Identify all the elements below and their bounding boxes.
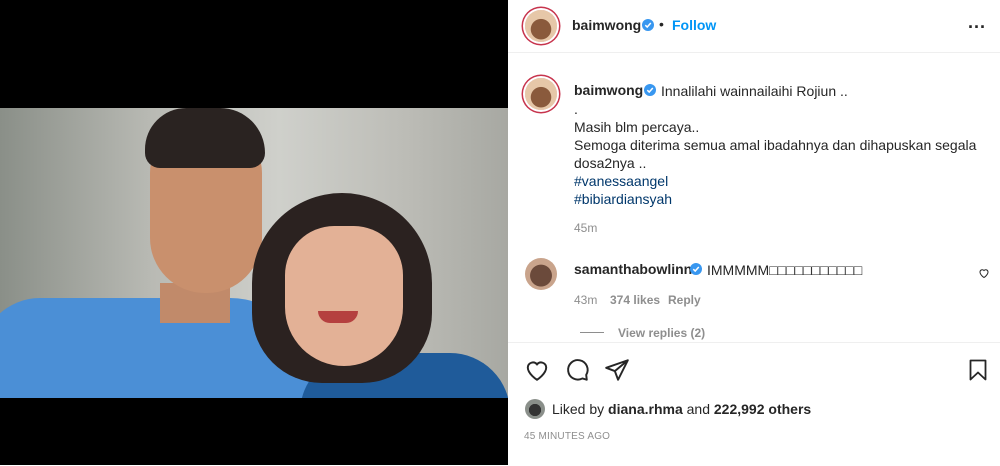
view-replies-button[interactable]: View replies (2) [618, 326, 705, 340]
share-icon[interactable] [604, 357, 630, 388]
caption-time[interactable]: 45m [574, 221, 597, 235]
caption-line: Masih blm percaya.. [574, 119, 700, 135]
small-heart-icon[interactable] [978, 266, 990, 284]
caption-body: . Masih blm percaya.. Semoga diterima se… [574, 100, 994, 208]
hashtag-link[interactable]: #vanessaangel [574, 172, 994, 190]
post-sidebar: baimwong • Follow ... baimwong Innalilah… [508, 0, 1000, 465]
post-photo[interactable] [0, 108, 508, 398]
liked-by-prefix: Liked by [552, 401, 605, 417]
verified-badge-icon [644, 84, 656, 96]
author-avatar[interactable] [525, 10, 557, 42]
post-actions: Liked by diana.rhma and 222,992 others 4… [508, 342, 1000, 466]
commenter-avatar[interactable] [525, 258, 557, 290]
follow-button[interactable]: Follow [672, 17, 716, 33]
more-options-icon[interactable]: ... [968, 12, 986, 33]
reply-button[interactable]: Reply [668, 293, 701, 307]
woman-face [285, 226, 403, 366]
liker-username[interactable]: diana.rhma [608, 401, 683, 417]
likes-count[interactable]: 222,992 others [714, 401, 811, 417]
verified-badge-icon [690, 263, 702, 275]
caption-line: Semoga diterima semua amal ibadahnya dan… [574, 137, 977, 153]
liked-by-and: and [686, 401, 710, 417]
post-timestamp[interactable]: 45 MINUTES AGO [524, 431, 610, 442]
commenter-username[interactable]: samanthabowlinn [574, 261, 692, 277]
caption-line: . [574, 101, 578, 117]
author-username[interactable]: baimwong [572, 17, 641, 33]
replies-divider [580, 332, 604, 333]
hashtag-link[interactable]: #bibiardiansyah [574, 190, 994, 208]
comment-likes[interactable]: 374 likes [610, 293, 660, 307]
woman-smile [318, 311, 358, 323]
caption-username[interactable]: baimwong [574, 82, 643, 98]
post-media[interactable] [0, 0, 508, 465]
verified-badge-icon [642, 19, 654, 31]
caption-first-line: Innalilahi wainnailaihi Rojiun .. [661, 83, 848, 99]
comment-text: IMMMMM□□□□□□□□□□□ [707, 262, 863, 278]
post-header: baimwong • Follow ... [508, 0, 1000, 53]
caption-line: dosa2nya .. [574, 155, 647, 171]
comment-icon[interactable] [564, 357, 590, 388]
man-hair [145, 108, 265, 168]
comment-time[interactable]: 43m [574, 293, 597, 307]
likes-summary[interactable]: Liked by diana.rhma and 222,992 others [552, 401, 811, 417]
heart-icon[interactable] [524, 357, 550, 388]
caption-avatar[interactable] [525, 78, 557, 110]
bookmark-icon[interactable] [966, 357, 990, 388]
separator-dot: • [659, 16, 664, 32]
liker-avatar[interactable] [525, 399, 545, 419]
